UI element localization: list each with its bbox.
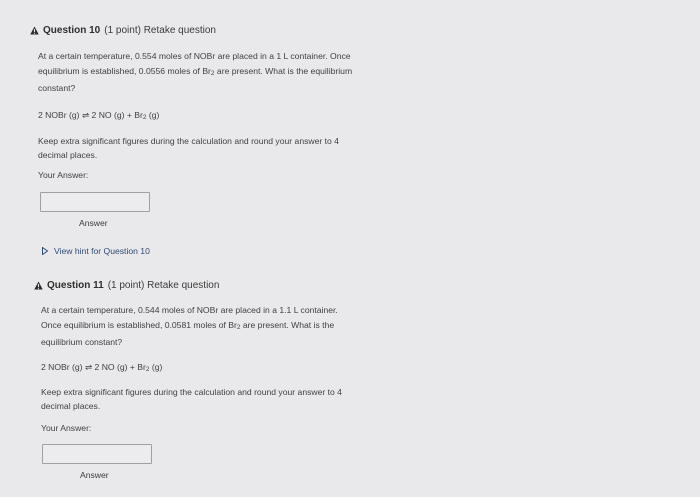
answer-input[interactable] <box>42 444 152 464</box>
warning-icon <box>30 26 39 35</box>
answer-caption: Answer <box>79 218 108 228</box>
text-line: At a certain temperature, 0.544 moles of… <box>41 305 338 315</box>
question-text: At a certain temperature, 0.544 moles of… <box>41 303 338 350</box>
text-line: equilibrium constant? <box>41 337 123 347</box>
hint-text: View hint for Question 10 <box>54 246 150 256</box>
your-answer-label: Your Answer: <box>38 170 89 180</box>
instructions: Keep extra significant figures during th… <box>38 136 339 160</box>
expand-arrow-icon <box>42 247 48 255</box>
question-meta: (1 point) Retake question <box>104 25 216 36</box>
your-answer-label: Your Answer: <box>41 423 92 433</box>
answer-input[interactable] <box>40 192 150 212</box>
text-line: Once equilibrium is established, 0.0581 … <box>41 320 335 331</box>
question-header: Question 11 (1 point) Retake question <box>34 280 219 291</box>
question-title: Question 11 <box>47 280 104 291</box>
question-text: At a certain temperature, 0.554 moles of… <box>38 49 352 96</box>
text-line: constant? <box>38 83 76 93</box>
answer-caption: Answer <box>80 470 109 480</box>
reaction-equation: 2 NOBr (g) ⇌ 2 NO (g) + Br2 (g) <box>38 110 160 121</box>
instructions: Keep extra significant figures during th… <box>41 387 342 411</box>
question-meta: (1 point) Retake question <box>107 280 220 291</box>
question-title: Question 10 <box>43 25 101 36</box>
question-header: Question 10 (1 point) Retake question <box>30 25 216 36</box>
text-line: equilibrium is established, 0.0556 moles… <box>38 65 353 77</box>
view-hint-link[interactable]: View hint for Question 10 <box>42 246 150 256</box>
reaction-equation: 2 NOBr (g) ⇌ 2 NO (g) + Br2 (g) <box>41 362 163 373</box>
warning-icon <box>34 281 43 290</box>
text-line: At a certain temperature, 0.554 moles of… <box>38 51 351 61</box>
